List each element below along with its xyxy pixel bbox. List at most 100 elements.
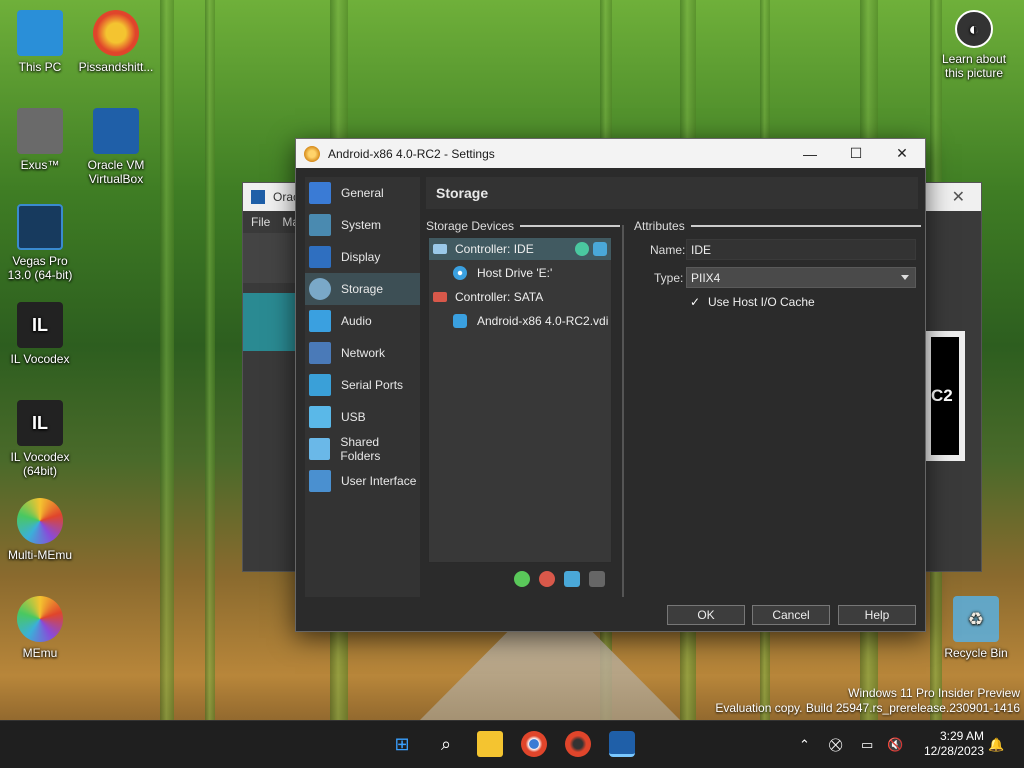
taskbar: ⊞ ⌕ ⌃ ⛒ ▭ 🔇 3:29 AM 12/28/2023 🔔: [0, 720, 1024, 768]
pane-separator[interactable]: [622, 225, 624, 597]
start-icon[interactable]: ⊞: [389, 731, 415, 757]
serial-ports-icon: [309, 374, 331, 396]
sata-controller-icon: [433, 292, 447, 302]
camera-icon: ◐: [955, 10, 993, 48]
checkmark-icon: ✓: [690, 295, 701, 309]
user-interface-icon: [309, 470, 331, 492]
virtualbox-icon[interactable]: [609, 731, 635, 757]
page-title: Storage: [426, 177, 918, 209]
add-controller-icon[interactable]: [514, 571, 530, 587]
hard-disk-icon: [453, 314, 467, 328]
help-button[interactable]: Help: [838, 605, 916, 625]
maximize-icon[interactable]: ☐: [833, 139, 879, 168]
menu-file[interactable]: File: [251, 215, 270, 229]
windows-watermark: Windows 11 Pro Insider Preview Evaluatio…: [715, 686, 1020, 715]
volume-muted-icon[interactable]: 🔇: [887, 737, 903, 753]
add-optical-drive-icon[interactable]: [575, 242, 589, 256]
name-label: Name:: [650, 243, 686, 257]
storage-icon: [309, 278, 331, 300]
nav-serial-ports[interactable]: Serial Ports: [305, 369, 420, 401]
nav-system[interactable]: System: [305, 209, 420, 241]
desktop-icon-recycle-bin[interactable]: ♻ Recycle Bin: [936, 596, 1016, 660]
storage-devices-header: Storage Devices: [426, 219, 621, 233]
cancel-button[interactable]: Cancel: [752, 605, 830, 625]
nav-shared-folders[interactable]: Shared Folders: [305, 433, 420, 465]
display-icon: [309, 246, 331, 268]
vm-list-item[interactable]: [243, 293, 298, 351]
ok-button[interactable]: OK: [667, 605, 745, 625]
nav-storage[interactable]: Storage: [305, 273, 420, 305]
audio-icon: [309, 310, 331, 332]
display-icon[interactable]: ▭: [861, 737, 873, 753]
chrome-canary-icon[interactable]: [565, 731, 591, 757]
settings-dialog: Android-x86 4.0-RC2 - Settings — ☐ ✕ Gen…: [295, 138, 926, 632]
chrome-icon: [93, 10, 139, 56]
il-icon: IL: [17, 302, 63, 348]
desktop-icon-exus[interactable]: Exus™: [0, 108, 80, 172]
virtualbox-icon: [251, 190, 265, 204]
general-icon: [309, 182, 331, 204]
tree-controller-sata[interactable]: Controller: SATA: [429, 286, 611, 308]
virtualbox-icon: [93, 108, 139, 154]
close-icon[interactable]: ✕: [879, 139, 925, 168]
remove-controller-icon[interactable]: [539, 571, 555, 587]
il-icon: IL: [17, 400, 63, 446]
host-io-cache-checkbox[interactable]: ✓ Use Host I/O Cache: [690, 295, 815, 309]
type-label: Type:: [654, 271, 684, 285]
search-icon[interactable]: ⌕: [433, 731, 459, 757]
dialog-titlebar: Android-x86 4.0-RC2 - Settings — ☐ ✕: [296, 139, 925, 168]
minimize-icon[interactable]: —: [787, 139, 833, 168]
tools-icon[interactable]: [243, 233, 298, 283]
desktop-icon-vegas-pro[interactable]: Vegas Pro 13.0 (64-bit): [0, 204, 80, 282]
nav-audio[interactable]: Audio: [305, 305, 420, 337]
chevron-up-icon[interactable]: ⌃: [799, 737, 810, 753]
attributes-header: Attributes: [634, 219, 921, 233]
notification-bell-icon[interactable]: 🔔: [988, 737, 1004, 753]
vegas-icon: [17, 204, 63, 250]
nav-general[interactable]: General: [305, 177, 420, 209]
desktop-icon-il-vocodex-64[interactable]: IL IL Vocodex (64bit): [0, 400, 80, 478]
exus-icon: [17, 108, 63, 154]
add-hard-disk-icon[interactable]: [593, 242, 607, 256]
nav-user-interface[interactable]: User Interface: [305, 465, 420, 497]
add-attachment-icon[interactable]: [564, 571, 580, 587]
nav-display[interactable]: Display: [305, 241, 420, 273]
close-icon[interactable]: ✕: [952, 187, 965, 207]
tree-host-drive[interactable]: Host Drive 'E:': [429, 262, 611, 284]
nav-network[interactable]: Network: [305, 337, 420, 369]
storage-toolbar: [514, 571, 605, 587]
learn-about-picture[interactable]: ◐ Learn about this picture: [934, 10, 1014, 80]
virtualbox-vm-icon: [304, 145, 320, 162]
desktop-icon-il-vocodex[interactable]: IL IL Vocodex: [0, 302, 80, 366]
chevron-down-icon: [901, 275, 909, 280]
memu-icon: [17, 596, 63, 642]
vm-preview: C2: [925, 331, 965, 461]
clock[interactable]: 3:29 AM 12/28/2023: [924, 729, 984, 759]
desktop-icon-multi-memu[interactable]: Multi-MEmu: [0, 498, 80, 562]
chrome-icon[interactable]: [521, 731, 547, 757]
type-select[interactable]: PIIX4: [686, 267, 916, 288]
name-field[interactable]: IDE: [686, 239, 916, 260]
nav-usb[interactable]: USB: [305, 401, 420, 433]
desktop-icon-chrome-shortcut[interactable]: Pissandshitt...: [76, 10, 156, 74]
recycle-bin-icon: ♻: [953, 596, 999, 642]
network-off-icon[interactable]: ⛒: [829, 737, 842, 753]
memu-icon: [17, 498, 63, 544]
desktop-icon-virtualbox[interactable]: Oracle VM VirtualBox: [76, 108, 156, 186]
remove-attachment-icon[interactable]: [589, 571, 605, 587]
optical-disc-icon: [453, 266, 467, 280]
ide-controller-icon: [433, 244, 447, 254]
desktop-icon-memu[interactable]: MEmu: [0, 596, 80, 660]
shared-folders-icon: [309, 438, 331, 460]
file-explorer-icon[interactable]: [477, 731, 503, 757]
usb-icon: [309, 406, 331, 428]
tree-vdi[interactable]: Android-x86 4.0-RC2.vdi: [429, 310, 611, 332]
computer-icon: [17, 10, 63, 56]
system-icon: [309, 214, 331, 236]
tree-controller-ide[interactable]: Controller: IDE: [429, 238, 611, 260]
dialog-title: Android-x86 4.0-RC2 - Settings: [328, 146, 495, 161]
settings-nav: General System Display Storage Audio Net…: [305, 177, 420, 597]
network-icon: [309, 342, 331, 364]
storage-page: Storage Storage Devices Controller: IDE …: [426, 177, 921, 597]
desktop-icon-this-pc[interactable]: This PC: [0, 10, 80, 74]
